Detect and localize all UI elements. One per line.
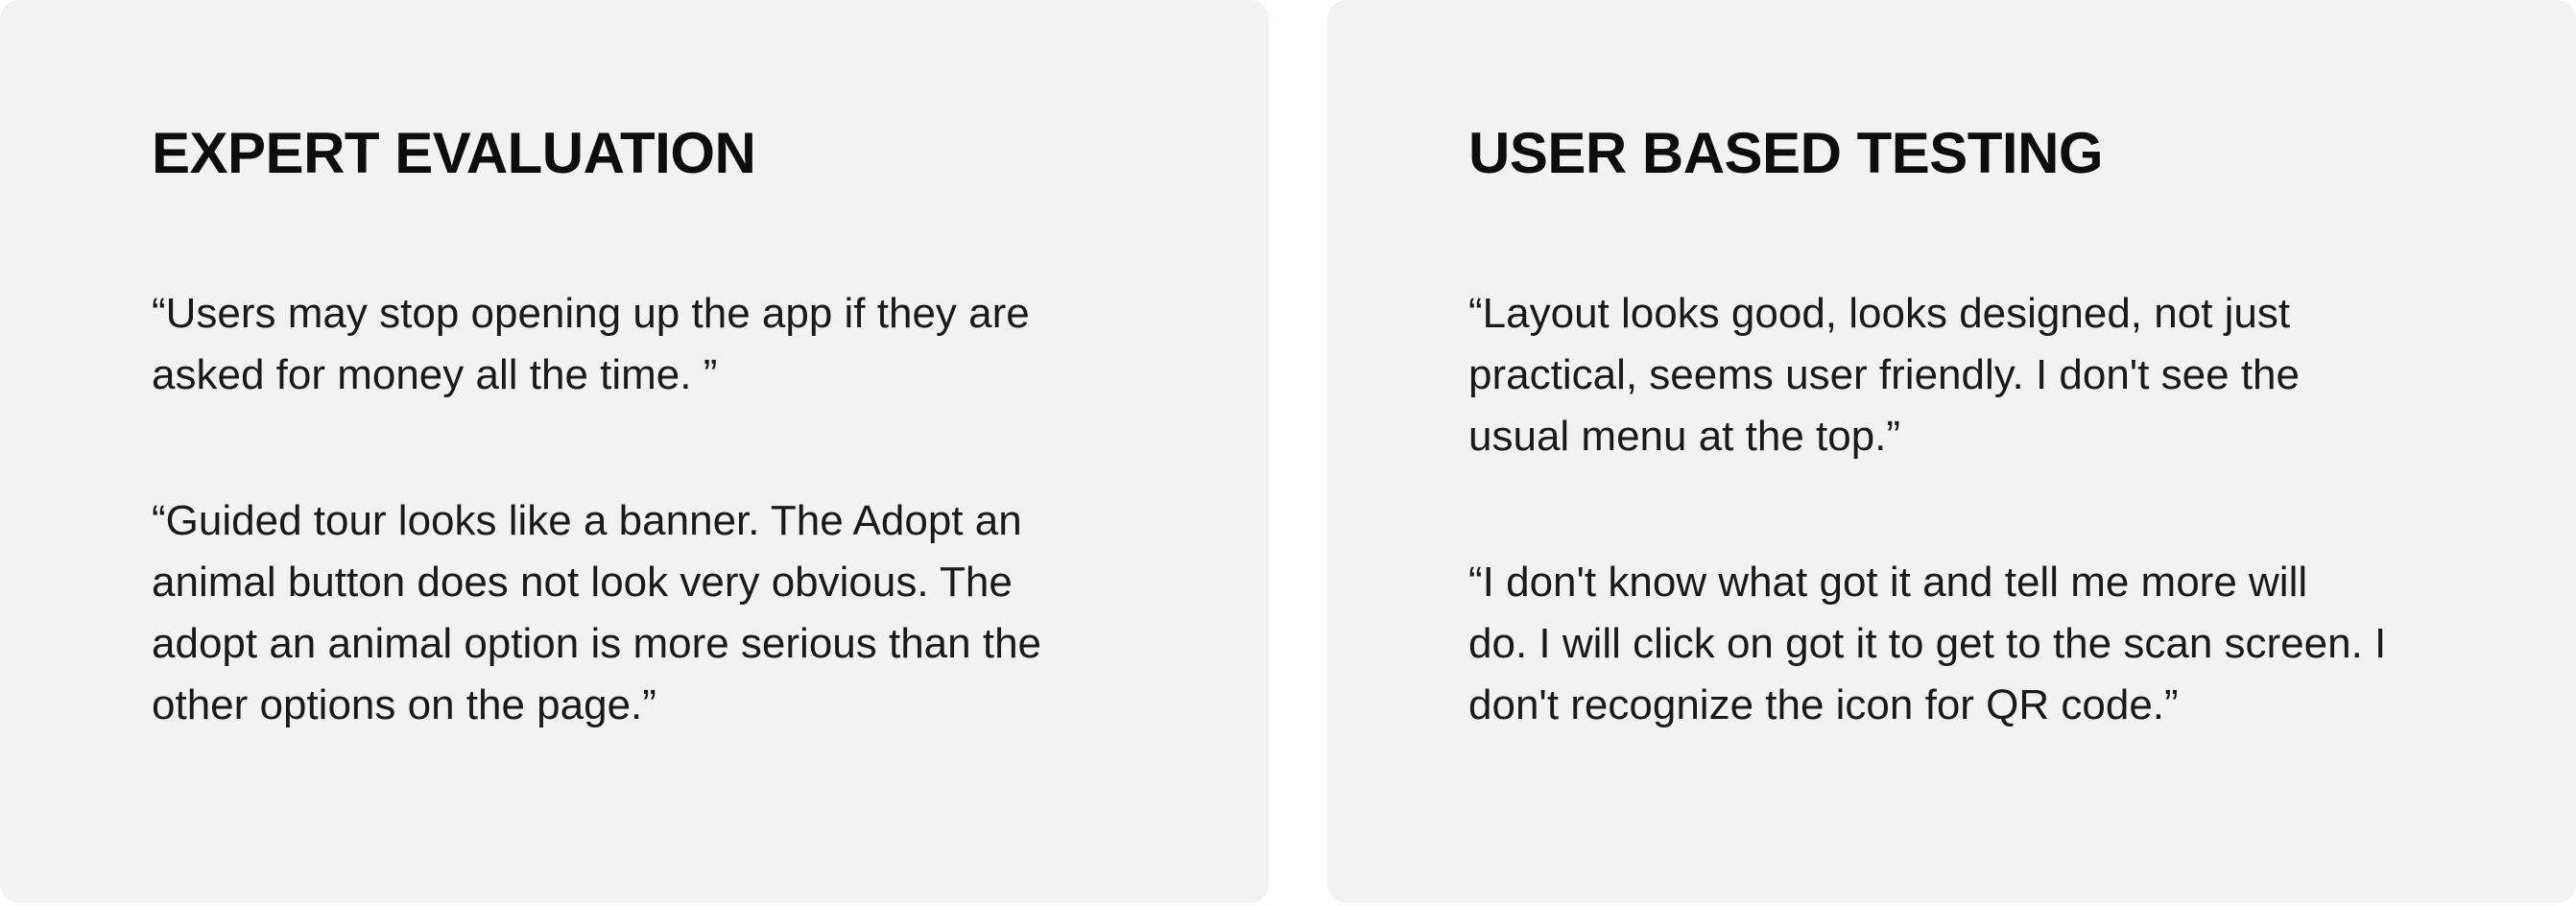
quote-list: “Users may stop opening up the app if th… [152,283,1131,736]
panel-heading: USER BASED TESTING [1468,121,2104,185]
quote-line: don't recognize the icon for QR code.” [1468,681,2179,728]
quote-line: “Layout looks good, looks designed, not … [1468,290,2291,337]
quote: “Layout looks good, looks designed, not … [1468,283,2457,467]
quote: “Users may stop opening up the app if th… [152,283,1131,406]
quote: “I don't know what got it and tell me mo… [1468,552,2457,736]
quote-list: “Layout looks good, looks designed, not … [1468,283,2457,736]
quote-line: adopt an animal option is more serious t… [152,620,1042,667]
panel-heading: EXPERT EVALUATION [152,121,756,185]
quote-line: asked for money all the time. ” [152,351,718,398]
quote-line: usual menu at the top.” [1468,413,1901,460]
quote-line: animal button does not look very obvious… [152,559,1013,606]
user-based-testing-panel: USER BASED TESTING “Layout looks good, l… [1327,0,2576,903]
quote-line: “Users may stop opening up the app if th… [152,290,1030,337]
quote: “Guided tour looks like a banner. The Ad… [152,490,1131,736]
expert-evaluation-panel: EXPERT EVALUATION “Users may stop openin… [0,0,1269,903]
quote-line: do. I will click on got it to get to the… [1468,620,2387,667]
quote-line: “I don't know what got it and tell me mo… [1468,559,2308,606]
quote-line: “Guided tour looks like a banner. The Ad… [152,497,1022,544]
quote-line: other options on the page.” [152,681,656,728]
quote-line: practical, seems user friendly. I don't … [1468,351,2300,398]
